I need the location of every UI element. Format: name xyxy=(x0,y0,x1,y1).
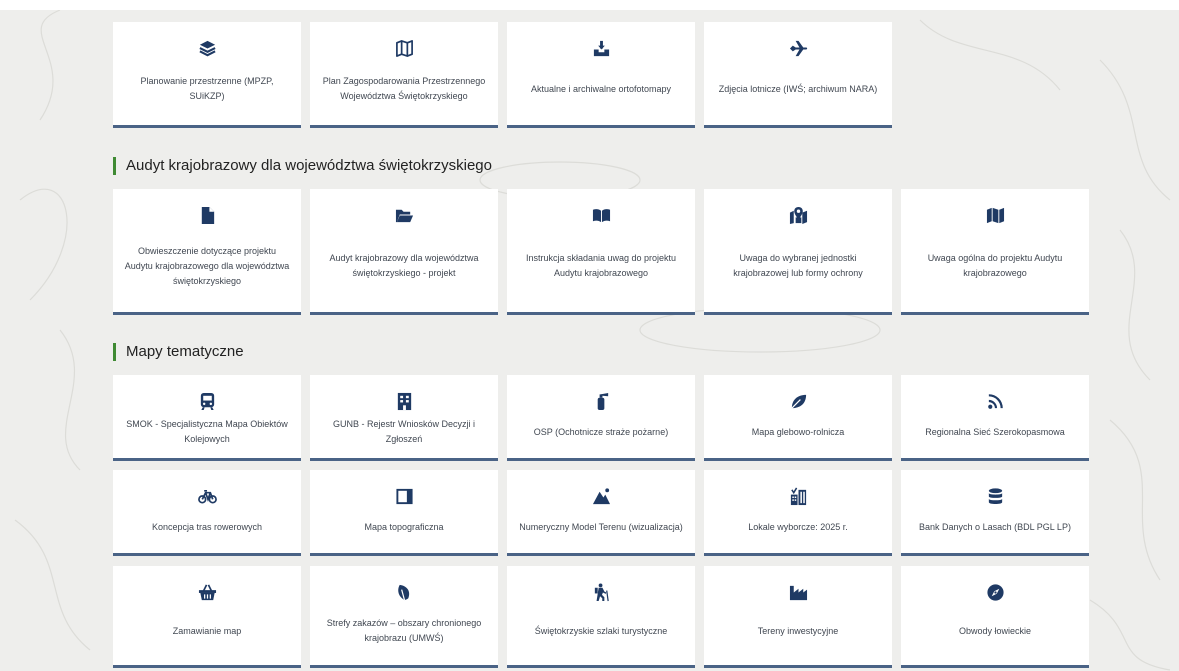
train-icon xyxy=(198,390,217,412)
tile-label: OSP (Ochotnicze straże pożarne) xyxy=(533,426,669,437)
section-heading-mapy-tematyczne: Mapy tematyczne xyxy=(113,343,244,361)
tile-label: GUNB - Rejestr Wniosków Decyzji i Zgłosz… xyxy=(332,419,476,444)
leaf-icon xyxy=(789,390,808,412)
tile-zdjecia-lotnicze[interactable]: Zdjęcia lotnicze (IWŚ; archiwum NARA) xyxy=(704,22,892,128)
tile-planowanie-przestrzenne[interactable]: Planowanie przestrzenne (MPZP, SUiKZP) xyxy=(113,22,301,128)
database-icon xyxy=(986,485,1005,507)
tile-label: Bank Danych o Lasach (BDL PGL LP) xyxy=(919,521,1071,532)
file-icon xyxy=(198,204,217,226)
tile-label: Koncepcja tras rowerowych xyxy=(151,521,263,532)
tile-szlaki-turystyczne[interactable]: Świętokrzyskie szlaki turystyczne xyxy=(507,566,695,668)
tile-obwieszczenie[interactable]: Obwieszczenie dotyczące projektu Audytu … xyxy=(113,189,301,315)
tile-label: Uwaga ogólna do projektu Audytu krajobra… xyxy=(927,253,1063,278)
topo-map-icon xyxy=(395,485,414,507)
tiles-row-3: SMOK - Specjalistyczna Mapa Obiektów Kol… xyxy=(113,375,1089,461)
tile-label: Mapa topograficzna xyxy=(364,521,444,532)
polling-station-icon xyxy=(789,485,808,507)
page-content: Planowanie przestrzenne (MPZP, SUiKZP) P… xyxy=(0,0,1179,671)
basket-icon xyxy=(198,581,217,603)
tile-strefy-zakazow[interactable]: Strefy zakazów – obszary chronionego kra… xyxy=(310,566,498,668)
tile-audyt-projekt[interactable]: Audyt krajobrazowy dla województwa święt… xyxy=(310,189,498,315)
tile-trasy-rowerowe[interactable]: Koncepcja tras rowerowych xyxy=(113,470,301,556)
tile-mapa-glebowo-rolnicza[interactable]: Mapa glebowo-rolnicza xyxy=(704,375,892,461)
tile-label: SMOK - Specjalistyczna Mapa Obiektów Kol… xyxy=(126,419,288,444)
rss-icon xyxy=(986,390,1005,412)
hiking-icon xyxy=(592,581,611,603)
tile-label: Uwaga do wybranej jednostki krajobrazowe… xyxy=(733,253,863,278)
fire-extinguisher-icon xyxy=(592,390,611,412)
tile-label: Świętokrzyskie szlaki turystyczne xyxy=(534,625,668,636)
tile-gunb[interactable]: GUNB - Rejestr Wniosków Decyzji i Zgłosz… xyxy=(310,375,498,461)
tile-smok[interactable]: SMOK - Specjalistyczna Mapa Obiektów Kol… xyxy=(113,375,301,461)
compass-icon xyxy=(986,581,1005,603)
tiles-row-5: Zamawianie map Strefy zakazów – obszary … xyxy=(113,566,1089,668)
tiles-row-2: Obwieszczenie dotyczące projektu Audytu … xyxy=(113,189,1089,315)
tile-tereny-inwestycyjne[interactable]: Tereny inwestycyjne xyxy=(704,566,892,668)
tile-obwody-lowieckie[interactable]: Obwody łowieckie xyxy=(901,566,1089,668)
tile-ortofotomapy[interactable]: Aktualne i archiwalne ortofotomapy xyxy=(507,22,695,128)
tile-label: Instrukcja składania uwag do projektu Au… xyxy=(525,253,677,278)
tile-label: Strefy zakazów – obszary chronionego kra… xyxy=(326,618,482,643)
tile-label: Regionalna Sieć Szerokopasmowa xyxy=(925,426,1065,437)
tile-bank-danych-o-lasach[interactable]: Bank Danych o Lasach (BDL PGL LP) xyxy=(901,470,1089,556)
tile-label: Zdjęcia lotnicze (IWŚ; archiwum NARA) xyxy=(718,83,878,94)
tile-siec-szerokopasmowa[interactable]: Regionalna Sieć Szerokopasmowa xyxy=(901,375,1089,461)
tile-label: Obwieszczenie dotyczące projektu Audytu … xyxy=(124,245,290,286)
folder-open-icon xyxy=(395,204,414,226)
mountain-icon xyxy=(592,485,611,507)
industry-icon xyxy=(789,581,808,603)
tile-label: Aktualne i archiwalne ortofotomapy xyxy=(530,83,672,94)
tile-label: Audyt krajobrazowy dla województwa święt… xyxy=(329,253,479,278)
map-icon xyxy=(986,204,1005,226)
building-icon xyxy=(395,390,414,412)
tile-uwaga-ogolna[interactable]: Uwaga ogólna do projektu Audytu krajobra… xyxy=(901,189,1089,315)
tile-label: Obwody łowieckie xyxy=(958,625,1032,636)
book-open-icon xyxy=(592,204,611,226)
layers-icon xyxy=(198,37,217,59)
plane-icon xyxy=(789,37,808,59)
tile-instrukcja[interactable]: Instrukcja składania uwag do projektu Au… xyxy=(507,189,695,315)
map-outline-icon xyxy=(395,37,414,59)
tile-mapa-topograficzna[interactable]: Mapa topograficzna xyxy=(310,470,498,556)
bicycle-icon xyxy=(197,485,217,507)
tiles-row-1: Planowanie przestrzenne (MPZP, SUiKZP) P… xyxy=(113,22,892,128)
tile-nmt[interactable]: Numeryczny Model Terenu (wizualizacja) xyxy=(507,470,695,556)
tile-label: Lokale wyborcze: 2025 r. xyxy=(748,521,848,532)
tile-uwaga-jednostka[interactable]: Uwaga do wybranej jednostki krajobrazowe… xyxy=(704,189,892,315)
tile-osp[interactable]: OSP (Ochotnicze straże pożarne) xyxy=(507,375,695,461)
section-heading-audyt: Audyt krajobrazowy dla województwa święt… xyxy=(113,157,492,175)
tile-plan-zagospodarowania[interactable]: Plan Zagospodarowania Przestrzennego Woj… xyxy=(310,22,498,128)
map-marked-icon xyxy=(789,204,808,226)
tiles-row-4: Koncepcja tras rowerowych Mapa topografi… xyxy=(113,470,1089,556)
tile-label: Plan Zagospodarowania Przestrzennego Woj… xyxy=(322,76,486,101)
leaf-outline-icon xyxy=(395,581,414,603)
tile-zamawianie-map[interactable]: Zamawianie map xyxy=(113,566,301,668)
tile-label: Mapa glebowo-rolnicza xyxy=(751,426,845,437)
tile-label: Zamawianie map xyxy=(172,625,242,636)
tile-lokale-wyborcze[interactable]: Lokale wyborcze: 2025 r. xyxy=(704,470,892,556)
tile-label: Tereny inwestycyjne xyxy=(757,625,839,636)
satellite-download-icon xyxy=(592,37,611,59)
tile-label: Numeryczny Model Terenu (wizualizacja) xyxy=(519,521,683,532)
tile-label: Planowanie przestrzenne (MPZP, SUiKZP) xyxy=(140,76,274,101)
